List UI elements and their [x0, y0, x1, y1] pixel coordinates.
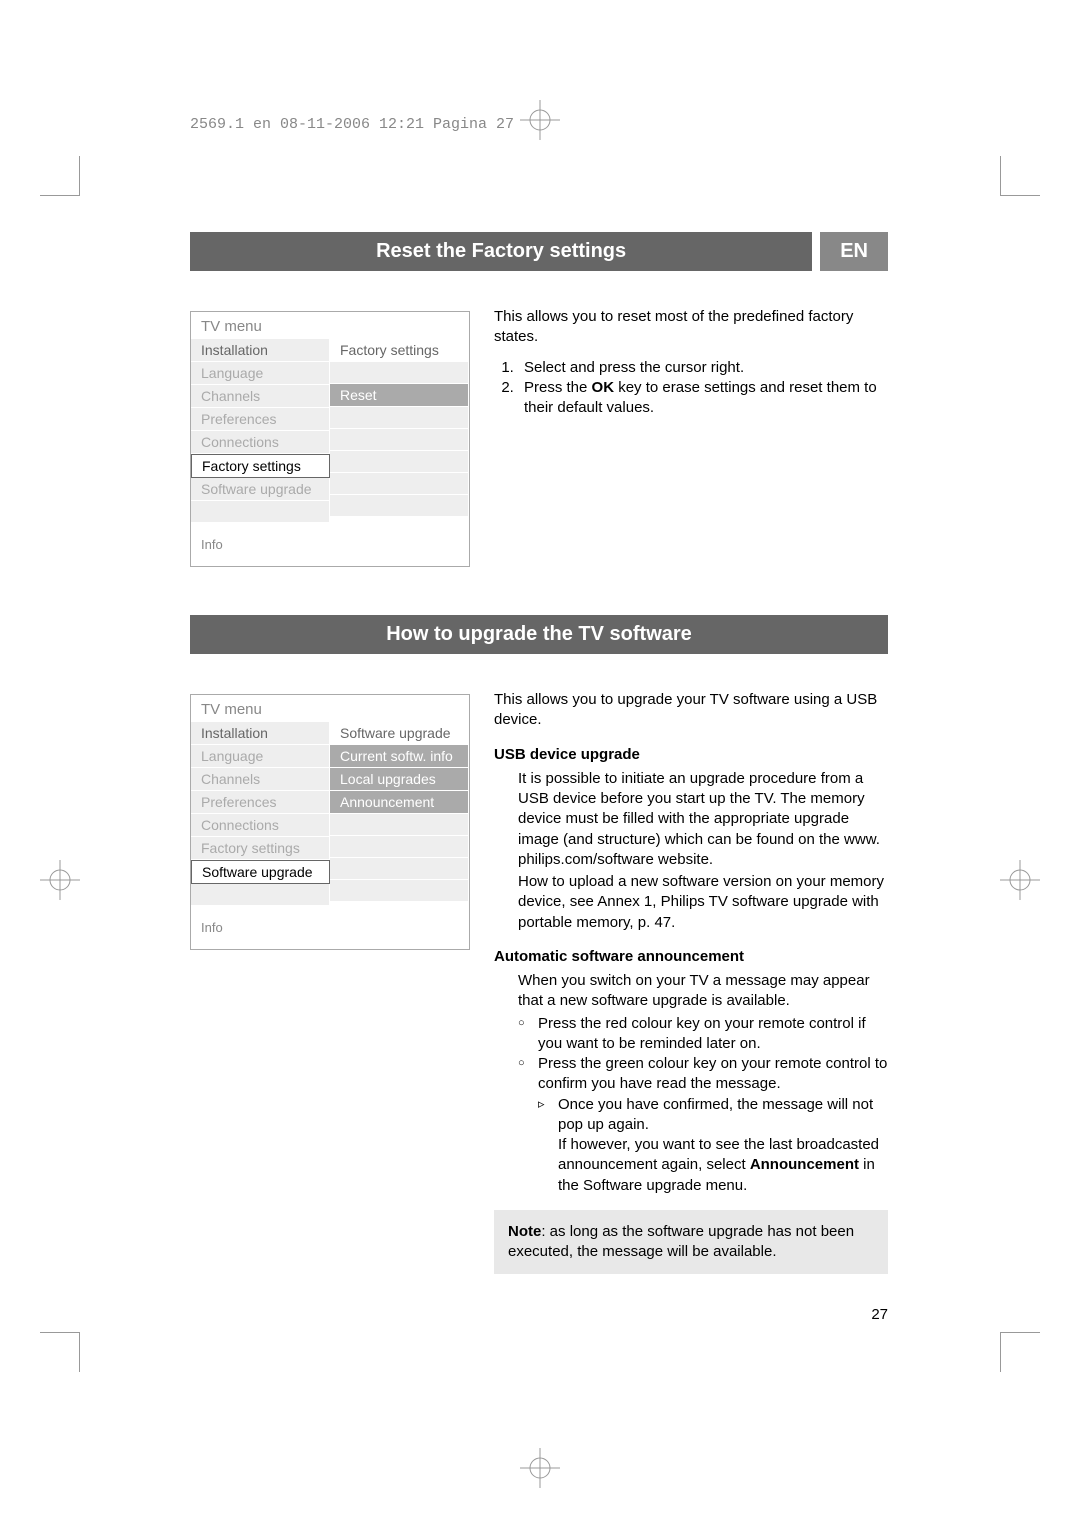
menu-item-connections: Connections — [191, 431, 330, 454]
menu-item-blank — [330, 495, 469, 517]
intro-text: This allows you to reset most of the pre… — [494, 307, 888, 348]
menu-item-local-upgrades: Local upgrades — [330, 768, 469, 791]
registration-mark-icon — [1000, 860, 1040, 900]
registration-mark-icon — [520, 1448, 560, 1488]
page-number: 27 — [871, 1306, 888, 1323]
auto-intro: When you switch on your TV a message may… — [518, 971, 888, 1012]
note-box: Note: as long as the software upgrade ha… — [494, 1210, 888, 1275]
section-title: Reset the Factory settings — [190, 232, 812, 271]
step-1: Select and press the cursor right. — [518, 358, 888, 378]
auto-triangle: Once you have confirmed, the message wil… — [538, 1095, 888, 1196]
menu-item-blank — [330, 473, 469, 495]
menu-item-channels: Channels — [191, 385, 330, 408]
usb-paragraph-1: It is possible to initiate an upgrade pr… — [518, 769, 888, 870]
section-title-bar: Reset the Factory settings EN — [190, 232, 888, 271]
section-upgrade: How to upgrade the TV software TV menu I… — [190, 615, 888, 1274]
auto-bullet-1: Press the red colour key on your remote … — [518, 1014, 888, 1055]
menu-item-language: Language — [191, 745, 330, 768]
menu-item-channels: Channels — [191, 768, 330, 791]
menu-item-blank — [191, 501, 330, 523]
menu-right-header: Factory settings — [330, 339, 469, 362]
menu-item-announcement: Announcement — [330, 791, 469, 814]
menu-item-current-softw-info: Current softw. info — [330, 745, 469, 768]
menu-title: TV menu — [191, 695, 469, 722]
menu-info: Info — [191, 906, 469, 949]
text-column: This allows you to reset most of the pre… — [494, 307, 888, 567]
section-title-bar: How to upgrade the TV software — [190, 615, 888, 654]
tv-menu-panel: TV menu Installation Language Channels P… — [190, 311, 470, 567]
text-column: This allows you to upgrade your TV softw… — [494, 690, 888, 1274]
usb-paragraph-2: How to upload a new software version on … — [518, 872, 888, 933]
lang-badge: EN — [820, 232, 888, 271]
menu-item-blank — [330, 836, 469, 858]
menu-item-factory-settings: Factory settings — [191, 837, 330, 860]
menu-info: Info — [191, 523, 469, 566]
menu-item-language: Language — [191, 362, 330, 385]
menu-item-reset: Reset — [330, 384, 469, 407]
menu-item-connections: Connections — [191, 814, 330, 837]
tv-menu-panel: TV menu Installation Language Channels P… — [190, 694, 470, 950]
menu-item-blank — [330, 407, 469, 429]
menu-item-blank — [330, 362, 469, 384]
auto-bullet-2: Press the green colour key on your remot… — [518, 1054, 888, 1095]
menu-item-software-upgrade: Software upgrade — [191, 860, 330, 884]
menu-item-blank — [330, 814, 469, 836]
menu-title: TV menu — [191, 312, 469, 339]
menu-item-blank — [330, 880, 469, 902]
step-2: Press the OK key to erase settings and r… — [518, 378, 888, 419]
menu-left-header: Installation — [191, 339, 330, 362]
menu-item-preferences: Preferences — [191, 408, 330, 431]
menu-item-blank — [330, 858, 469, 880]
registration-mark-icon — [40, 860, 80, 900]
crop-mark — [40, 156, 80, 196]
section-title: How to upgrade the TV software — [190, 615, 888, 654]
usb-heading: USB device upgrade — [494, 745, 888, 765]
menu-item-blank — [330, 429, 469, 451]
menu-item-software-upgrade: Software upgrade — [191, 478, 330, 501]
intro-text: This allows you to upgrade your TV softw… — [494, 690, 888, 731]
menu-item-preferences: Preferences — [191, 791, 330, 814]
section-reset: Reset the Factory settings EN TV menu In… — [190, 232, 888, 567]
menu-left-header: Installation — [191, 722, 330, 745]
auto-heading: Automatic software announcement — [494, 947, 888, 967]
crop-mark — [1000, 156, 1040, 196]
crop-mark — [40, 1332, 80, 1372]
menu-right-header: Software upgrade — [330, 722, 469, 745]
auto-followup: If however, you want to see the last bro… — [558, 1136, 879, 1194]
menu-item-factory-settings: Factory settings — [191, 454, 330, 478]
print-header: 2569.1 en 08-11-2006 12:21 Pagina 27 — [190, 116, 514, 133]
crop-mark — [1000, 1332, 1040, 1372]
registration-mark-icon — [520, 100, 560, 140]
menu-item-blank — [191, 884, 330, 906]
menu-item-blank — [330, 451, 469, 473]
